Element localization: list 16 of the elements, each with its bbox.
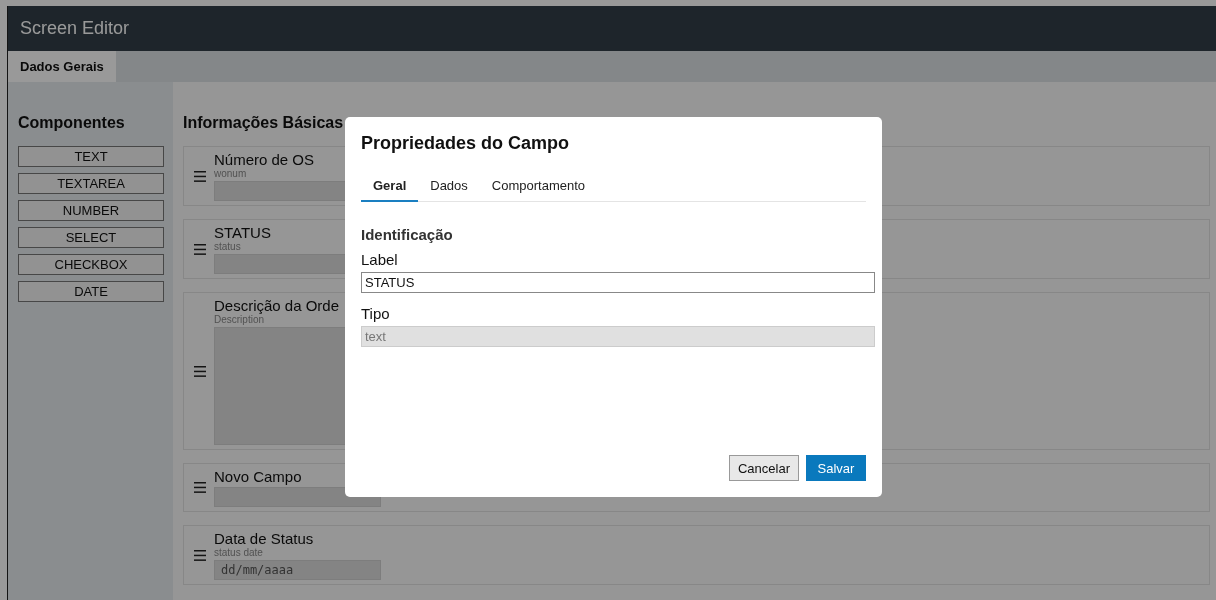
field-name: status date bbox=[214, 547, 263, 558]
field-label: Tipo bbox=[361, 305, 391, 322]
dialog-title: Propriedades do Campo bbox=[361, 133, 571, 154]
field-name: Description bbox=[214, 314, 265, 325]
field-name: status bbox=[214, 241, 241, 252]
field-label: STATUS bbox=[214, 224, 271, 241]
sidebar-title: Componentes bbox=[18, 114, 126, 132]
field-name: wonum bbox=[214, 168, 247, 179]
field-label: Número de OS bbox=[214, 151, 315, 168]
field-label: Novo Campo bbox=[214, 468, 302, 485]
field-label: Descrição da Orde bbox=[214, 297, 340, 314]
dialog-section-title: Identificação bbox=[361, 226, 454, 243]
field-label: Label bbox=[361, 251, 399, 268]
field-label: Data de Status bbox=[214, 530, 314, 547]
app-title: Screen Editor bbox=[20, 18, 130, 39]
section-title: Informações Básicas bbox=[183, 114, 345, 132]
